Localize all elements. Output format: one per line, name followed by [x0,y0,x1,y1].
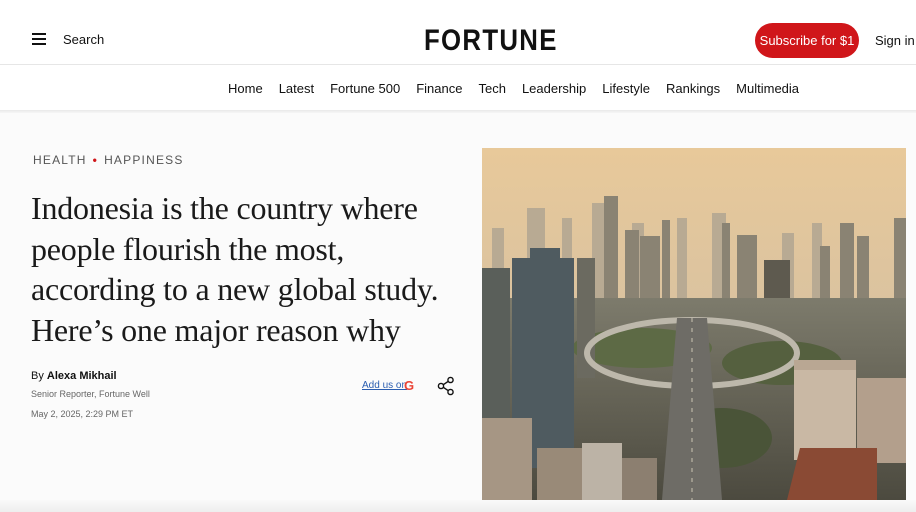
nav-item-home[interactable]: Home [228,81,263,96]
publish-date: May 2, 2025, 2:29 PM ET [31,409,134,419]
byline-prefix: By [31,370,44,382]
page-bottom-edge [0,500,916,512]
nav-item-tech[interactable]: Tech [478,81,505,96]
share-icon[interactable] [437,376,455,396]
search-button[interactable]: Search [63,32,104,47]
byline: By Alexa Mikhail [31,370,117,382]
google-icon[interactable]: G [404,378,414,393]
sign-in-link[interactable]: Sign in [875,33,915,48]
hero-image-jakarta-skyline [482,148,906,500]
author-role: Senior Reporter, Fortune Well [31,389,150,399]
site-header: Search FORTUNE Subscribe for $1 Sign in [0,0,916,64]
add-us-on-google-link[interactable]: Add us on [362,380,407,391]
subscribe-button[interactable]: Subscribe for $1 [755,23,859,58]
nav-item-finance[interactable]: Finance [416,81,462,96]
article-categories: HEALTH • HAPPINESS [33,153,184,167]
menu-icon[interactable] [32,33,46,45]
main-nav: Home Latest Fortune 500 Finance Tech Lea… [0,65,916,110]
nav-item-latest[interactable]: Latest [279,81,314,96]
fortune-logo[interactable]: FORTUNE [424,24,558,58]
article-header: HEALTH • HAPPINESS Indonesia is the countr… [0,113,916,512]
category-happiness[interactable]: HAPPINESS [104,153,184,167]
author-name[interactable]: Alexa Mikhail [47,370,117,382]
category-separator: • [92,153,99,167]
article-headline: Indonesia is the country where people fl… [31,190,439,348]
nav-item-leadership[interactable]: Leadership [522,81,586,96]
nav-item-fortune-500[interactable]: Fortune 500 [330,81,400,96]
nav-item-rankings[interactable]: Rankings [666,81,720,96]
nav-item-multimedia[interactable]: Multimedia [736,81,799,96]
category-health[interactable]: HEALTH [33,153,87,167]
nav-item-lifestyle[interactable]: Lifestyle [602,81,650,96]
